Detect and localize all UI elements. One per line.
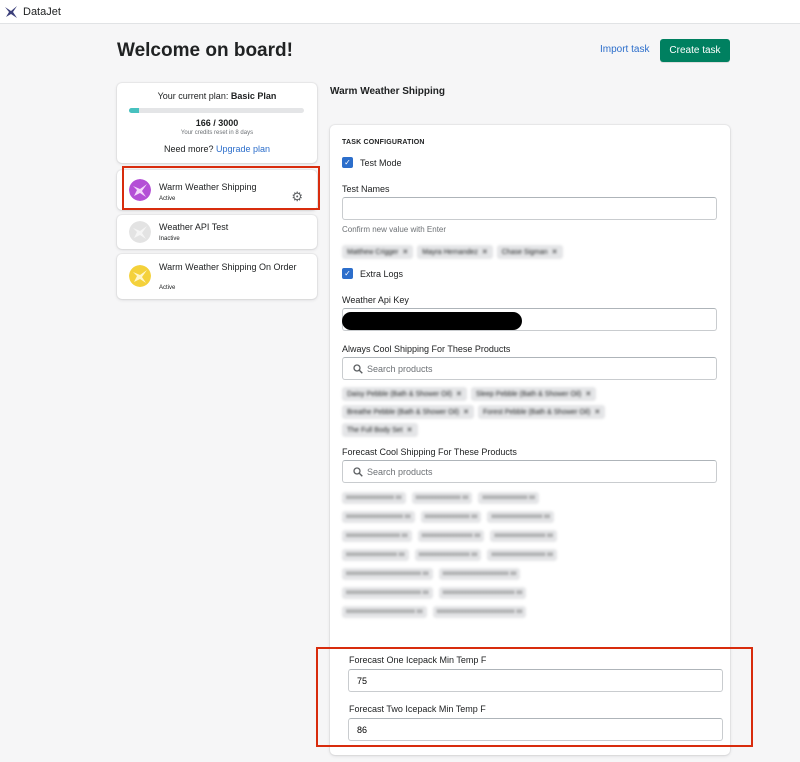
- tag-label: Daisy Pebble (Bath & Shower Oil): [347, 391, 453, 398]
- always-cool-tags: Daisy Pebble (Bath & Shower Oil) ✕ Sleep …: [342, 387, 672, 437]
- always-cool-label: Always Cool Shipping For These Products: [342, 344, 511, 354]
- test-mode-row: ✓ Test Mode: [342, 157, 402, 168]
- page-title: Welcome on board!: [117, 40, 293, 61]
- remove-icon[interactable]: ✕: [552, 249, 558, 256]
- create-task-button[interactable]: Create task: [660, 39, 730, 62]
- forecast-one-label: Forecast One Icepack Min Temp F: [349, 655, 487, 665]
- app-topbar: DataJet: [0, 0, 800, 24]
- tag[interactable]: Chase Sigman ✕: [496, 245, 563, 259]
- task-name: Warm Weather Shipping On Order: [159, 262, 297, 272]
- plan-prefix: Your current plan:: [157, 91, 229, 101]
- always-cool-search-input[interactable]: Search products: [342, 357, 717, 380]
- task-item-weather-api-test[interactable]: Weather API Test Inactive: [117, 215, 317, 249]
- forecast-two-label: Forecast Two Icepack Min Temp F: [349, 704, 486, 714]
- tag-label: Chase Sigman: [501, 249, 548, 256]
- remove-icon[interactable]: ✕: [402, 249, 408, 256]
- test-names-tags: Matthew Crigger ✕ Mayra Hernandez ✕ Chase …: [342, 245, 563, 259]
- extra-logs-row: ✓ Extra Logs: [342, 268, 403, 279]
- remove-icon[interactable]: ✕: [585, 391, 591, 398]
- credits-count: 166 / 3000: [195, 118, 239, 128]
- redacted-api-key: [342, 312, 522, 330]
- tag-label: Matthew Crigger: [347, 249, 399, 256]
- app-title: DataJet: [23, 5, 61, 18]
- forecast-two-input[interactable]: [348, 718, 723, 741]
- yellow-brand-icon: [129, 265, 151, 287]
- config-heading: TASK CONFIGURATION: [342, 139, 425, 146]
- forecast-cool-tags-blurred: xxxxxxxxxxxxxxxx xx xxxxxxxxxxxxxxx xx xxx…: [342, 488, 730, 638]
- task-name: Warm Weather Shipping: [159, 182, 257, 192]
- gray-brand-icon: [129, 221, 151, 243]
- task-section-title: Warm Weather Shipping: [330, 86, 446, 97]
- search-icon: [353, 467, 363, 477]
- test-mode-checkbox[interactable]: ✓: [342, 157, 353, 168]
- tag-label: Sleep Pebble (Bath & Shower Oil): [475, 391, 582, 398]
- remove-icon[interactable]: ✕: [594, 409, 600, 416]
- search-placeholder: Search products: [367, 363, 433, 374]
- test-mode-label: Test Mode: [360, 157, 402, 168]
- forecast-cool-label: Forecast Cool Shipping For These Product…: [342, 447, 517, 457]
- forecast-cool-search-input[interactable]: Search products: [342, 460, 717, 483]
- task-item-warm-weather-shipping[interactable]: Warm Weather Shipping Active ⚙: [117, 170, 317, 210]
- test-names-input[interactable]: [342, 197, 717, 220]
- tag-label: Mayra Hernandez: [422, 249, 478, 256]
- task-status: Inactive: [159, 236, 180, 242]
- remove-icon[interactable]: ✕: [482, 249, 488, 256]
- search-icon: [353, 364, 363, 374]
- tag[interactable]: Breathe Pebble (Bath & Shower Oil) ✕: [342, 405, 474, 419]
- extra-logs-checkbox[interactable]: ✓: [342, 268, 353, 279]
- task-name: Weather API Test: [159, 222, 229, 232]
- need-more-text: Need more?: [163, 144, 214, 154]
- tag[interactable]: Sleep Pebble (Bath & Shower Oil) ✕: [470, 387, 597, 401]
- tag-label: Breathe Pebble (Bath & Shower Oil): [347, 409, 460, 416]
- remove-icon[interactable]: ✕: [407, 427, 413, 434]
- forecast-one-input[interactable]: [348, 669, 723, 692]
- remove-icon[interactable]: ✕: [463, 409, 469, 416]
- task-status: Active: [159, 285, 176, 291]
- plan-card: Your current plan: Basic Plan 166 / 3000…: [117, 83, 317, 163]
- remove-icon[interactable]: ✕: [456, 391, 462, 398]
- datajet-logo-icon: [5, 5, 17, 18]
- tag-label: The Full Body Set: [347, 427, 403, 434]
- task-item-warm-weather-shipping-on-order[interactable]: Warm Weather Shipping On Order Active: [117, 254, 317, 299]
- extra-logs-label: Extra Logs: [360, 268, 404, 279]
- tag[interactable]: Matthew Crigger ✕: [342, 245, 414, 259]
- import-task-button[interactable]: Import task: [600, 44, 649, 55]
- test-names-label: Test Names: [342, 184, 390, 194]
- tag-label: Forest Pebble (Bath & Shower Oil): [482, 409, 591, 416]
- credits-reset-text: Your credits reset in 8 days: [180, 130, 254, 136]
- test-names-help: Confirm new value with Enter: [342, 225, 447, 234]
- credits-progress-fill: [129, 108, 139, 113]
- search-placeholder: Search products: [367, 466, 433, 477]
- tag[interactable]: Daisy Pebble (Bath & Shower Oil) ✕: [342, 387, 467, 401]
- purple-brand-icon: [129, 179, 151, 201]
- current-plan-line: Your current plan: Basic Plan: [117, 91, 317, 101]
- tag[interactable]: Forest Pebble (Bath & Shower Oil) ✕: [477, 405, 606, 419]
- upgrade-plan-link[interactable]: Upgrade plan: [216, 144, 270, 154]
- gear-icon[interactable]: ⚙: [291, 189, 303, 205]
- tag[interactable]: Mayra Hernandez ✕: [417, 245, 493, 259]
- plan-name: Basic Plan: [230, 91, 277, 101]
- credits-progress-bar: [129, 108, 304, 113]
- tag[interactable]: The Full Body Set ✕: [342, 423, 418, 437]
- task-status: Active: [159, 196, 176, 202]
- api-key-label: Weather Api Key: [342, 295, 409, 305]
- need-more-line: Need more? Upgrade plan: [117, 144, 317, 154]
